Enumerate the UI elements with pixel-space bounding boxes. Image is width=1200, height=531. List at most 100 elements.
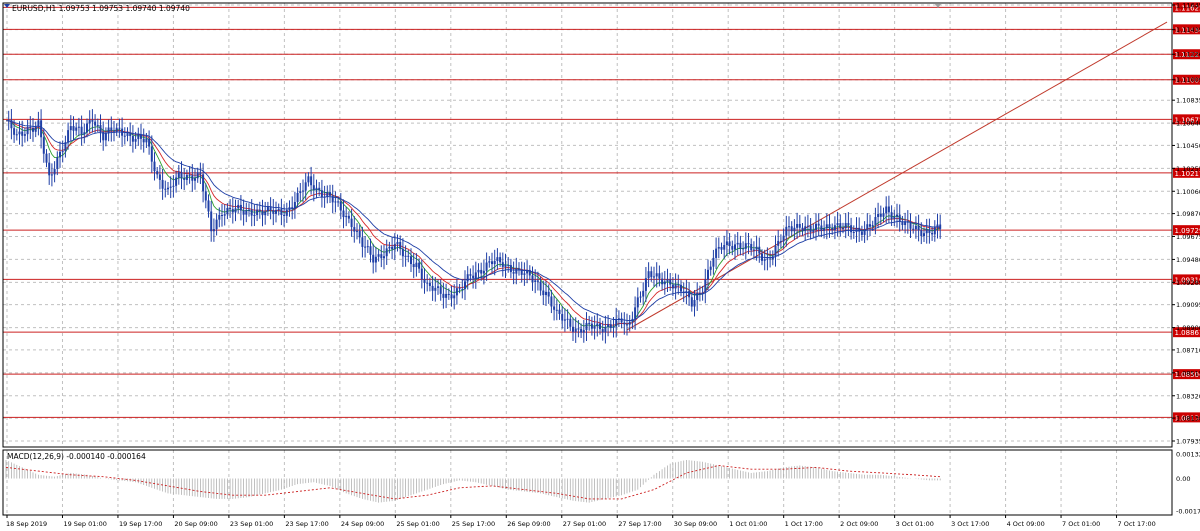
- candle-body: [401, 248, 404, 257]
- candle-body: [617, 318, 620, 320]
- price-tick-label: 1.09870: [1176, 210, 1200, 218]
- candle-body: [677, 284, 680, 286]
- candle-body: [771, 256, 774, 260]
- candle-body: [750, 243, 753, 251]
- candle-body: [928, 229, 931, 233]
- candle-body: [933, 227, 936, 235]
- time-tick-label: 3 Oct 17:00: [951, 520, 989, 528]
- candle-body: [874, 217, 877, 226]
- candle-body: [458, 288, 461, 290]
- price-tick-label: 1.08900: [1176, 324, 1200, 332]
- candle-body: [185, 174, 188, 180]
- candle-body: [91, 120, 94, 122]
- price-tick-label: 1.11645: [1176, 2, 1200, 10]
- candle-body: [221, 215, 223, 217]
- candle-body: [334, 201, 337, 203]
- candle-body: [261, 210, 264, 216]
- candle-body: [817, 223, 820, 226]
- candle-body: [194, 178, 196, 181]
- price-tick-label: 1.10255: [1176, 165, 1200, 173]
- candle-body: [877, 213, 880, 218]
- time-tick-label: 20 Sep 09:00: [174, 520, 217, 528]
- candle-body: [558, 309, 561, 314]
- candle-body: [323, 196, 326, 198]
- candle-body: [736, 242, 739, 245]
- candle-body: [234, 208, 237, 213]
- candle-body: [307, 176, 310, 183]
- candle-body: [56, 157, 59, 170]
- candle-body: [806, 225, 809, 227]
- candle-body: [690, 297, 693, 307]
- candle-body: [258, 209, 261, 211]
- candle-body: [896, 214, 898, 217]
- price-axis[interactable]: 1.11645 1.11435 1.11226 1.11009 1.10835 1.106…: [1172, 2, 1200, 516]
- candle-body: [40, 120, 43, 138]
- candle-body: [796, 223, 799, 228]
- candle-body: [129, 132, 132, 137]
- candle-body: [399, 241, 402, 249]
- candle-body: [912, 228, 915, 230]
- candle-body: [167, 187, 169, 190]
- candle-body: [7, 120, 10, 122]
- candle-body: [353, 227, 356, 232]
- candle-body: [15, 134, 18, 136]
- candle-body: [156, 171, 159, 175]
- candle-body: [936, 224, 939, 228]
- candle-body: [450, 294, 453, 299]
- candle-body: [839, 223, 842, 229]
- candle-body: [137, 134, 140, 140]
- candle-body: [64, 142, 67, 152]
- price-chart[interactable]: 1.116251.114381.112261.110091.106721.102…: [0, 0, 1200, 531]
- candle-body: [752, 249, 755, 251]
- candle-body: [925, 229, 928, 234]
- candle-body: [310, 176, 313, 186]
- candle-body: [407, 255, 410, 257]
- trading-chart-window[interactable]: 1.116251.114381.112261.110091.106721.102…: [0, 0, 1200, 531]
- candle-body: [447, 293, 450, 295]
- time-tick-label: 30 Sep 09:00: [674, 520, 717, 528]
- candle-body: [758, 246, 761, 254]
- candle-body: [428, 283, 431, 286]
- candle-body: [693, 299, 696, 307]
- price-tick-label: 1.09285: [1176, 279, 1200, 287]
- candle-body: [623, 322, 626, 325]
- candle-body: [920, 230, 923, 237]
- candle-body: [572, 326, 574, 332]
- candle-body: [890, 212, 893, 220]
- candle-body: [815, 223, 817, 230]
- candle-body: [342, 210, 345, 218]
- price-tick-label: 1.09095: [1176, 301, 1200, 309]
- candle-body: [812, 229, 815, 232]
- candle-body: [288, 207, 291, 210]
- candle-body: [515, 268, 518, 274]
- price-tick-label: 1.11226: [1176, 51, 1200, 59]
- candle-body: [779, 240, 782, 242]
- price-tick-label: 1.07935: [1176, 438, 1200, 446]
- candle-body: [320, 190, 323, 198]
- candle-body: [134, 139, 137, 142]
- candle-body: [539, 281, 542, 291]
- candle-body: [869, 224, 871, 227]
- candle-body: [191, 175, 194, 181]
- candle-body: [661, 278, 664, 285]
- candle-body: [210, 211, 213, 232]
- candle-body: [480, 269, 483, 274]
- candle-body: [380, 254, 383, 259]
- candle-body: [102, 132, 105, 141]
- candle-body: [358, 230, 361, 238]
- candle-body: [426, 282, 429, 284]
- macd-tick-label: 0.00: [1176, 475, 1190, 483]
- candle-body: [809, 225, 812, 232]
- candle-body: [644, 278, 647, 291]
- candle-body: [609, 324, 612, 328]
- time-tick-label: 26 Sep 09:00: [507, 520, 550, 528]
- candle-body: [626, 324, 628, 326]
- candle-body: [885, 206, 888, 214]
- candle-body: [388, 246, 391, 249]
- candle-body: [531, 275, 534, 282]
- candle-body: [75, 127, 78, 131]
- candle-body: [904, 221, 907, 226]
- candle-body: [266, 206, 269, 212]
- price-tick-label: 1.08130: [1176, 415, 1200, 423]
- candle-body: [655, 273, 658, 277]
